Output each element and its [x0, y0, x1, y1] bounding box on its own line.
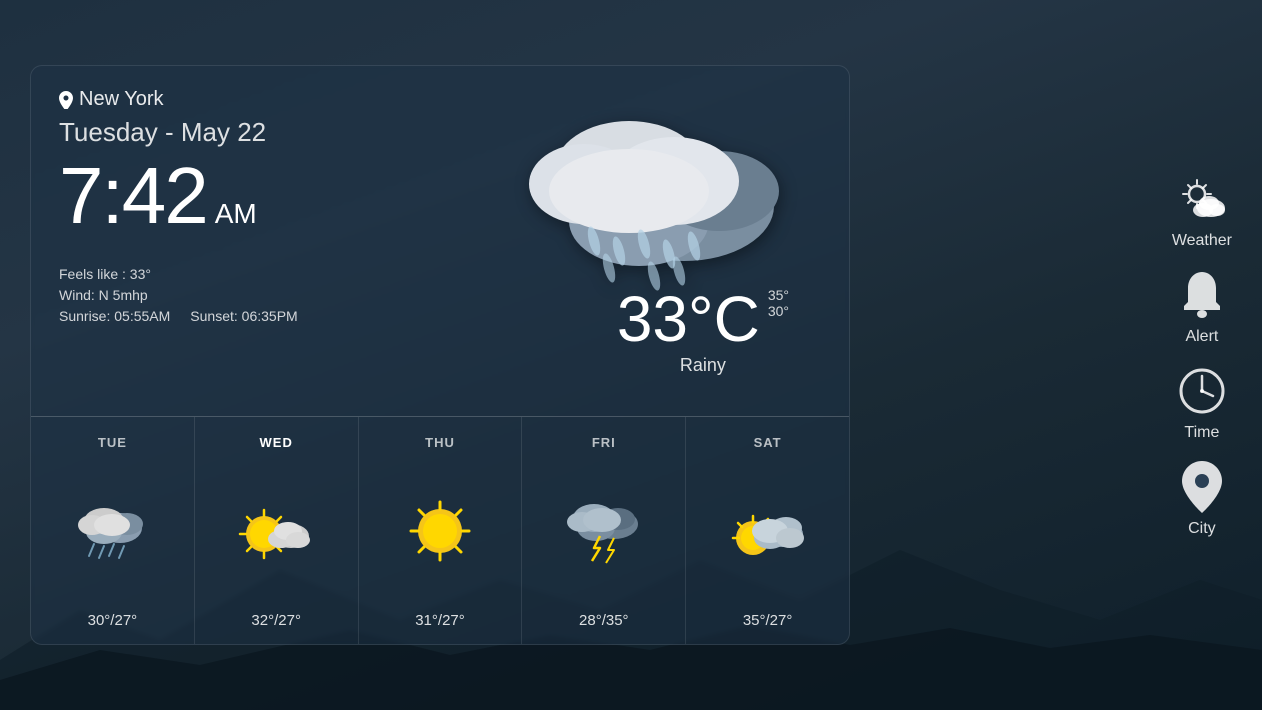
forecast-day-wed: WED [195, 417, 359, 645]
main-layout: New York Tuesday - May 22 7:42 AM Feels … [0, 0, 1262, 710]
date-text: Tuesday - May 22 [59, 117, 412, 148]
forecast-temps-wed: 32°/27° [251, 612, 301, 629]
forecast-day-name-tue: TUE [98, 435, 127, 450]
city-pin-icon [1175, 460, 1229, 514]
sidebar-label-alert: Alert [1185, 328, 1218, 346]
time-icon [1175, 364, 1229, 418]
forecast-icon-sat [728, 496, 808, 566]
forecast-icon-thu [400, 496, 480, 566]
forecast-day-thu: THU 31°/27° [359, 417, 523, 645]
weather-card: New York Tuesday - May 22 7:42 AM Feels … [30, 65, 850, 645]
time-row: 7:42 AM [59, 156, 412, 236]
sidebar-item-city[interactable]: City [1175, 460, 1229, 538]
alert-icon [1175, 268, 1229, 322]
card-left: New York Tuesday - May 22 7:42 AM Feels … [31, 66, 440, 416]
forecast-day-name-wed: WED [260, 435, 293, 450]
forecast-day-name-sat: SAT [754, 435, 782, 450]
card-right: 33°C 35° 30° Rainy [440, 66, 849, 416]
forecast-temps-tue: 30°/27° [88, 612, 138, 629]
sidebar-label-city: City [1188, 520, 1216, 538]
wind-info: Wind: N 5mhp [59, 287, 412, 303]
sidebar-item-weather[interactable]: Weather [1172, 172, 1232, 250]
sidebar-item-alert[interactable]: Alert [1175, 268, 1229, 346]
sunset: Sunset: 06:35PM [190, 308, 297, 324]
temp-low: 30° [768, 303, 789, 319]
forecast-day-tue: TUE 30°/27° [31, 417, 195, 645]
forecast-temps-thu: 31°/27° [415, 612, 465, 629]
sidebar-label-weather: Weather [1172, 232, 1232, 250]
feels-like: Feels like : 33° [59, 266, 412, 282]
weather-details: Feels like : 33° Wind: N 5mhp Sunrise: 0… [59, 266, 412, 324]
cloud-illustration [499, 76, 819, 316]
time-value: 7:42 [59, 156, 207, 236]
sunrise: Sunrise: 05:55AM [59, 308, 170, 324]
forecast-day-sat: SAT [686, 417, 849, 645]
forecast-day-name-fri: FRI [592, 435, 616, 450]
forecast-temps-sat: 35°/27° [743, 612, 793, 629]
forecast-temps-fri: 28°/35° [579, 612, 629, 629]
forecast-icon-tue [72, 496, 152, 566]
forecast-day-name-thu: THU [425, 435, 455, 450]
sidebar-label-time: Time [1184, 424, 1219, 442]
forecast-icon-fri [564, 496, 644, 566]
main-temp: 33°C [617, 287, 760, 351]
weather-icon [1175, 172, 1229, 226]
temp-high: 35° [768, 287, 789, 303]
location-row: New York [59, 88, 412, 111]
condition-label: Rainy [617, 355, 789, 376]
forecast-day-fri: FRI 28°/35° [522, 417, 686, 645]
forecast-icon-wed [236, 496, 316, 566]
card-top: New York Tuesday - May 22 7:42 AM Feels … [31, 66, 849, 416]
sunrise-row: Sunrise: 05:55AM Sunset: 06:35PM [59, 308, 412, 324]
location-name: New York [79, 88, 164, 111]
right-sidebar: Weather Alert [1172, 162, 1232, 548]
location-pin-icon [59, 91, 73, 109]
forecast-row: TUE 30°/27° [31, 417, 849, 645]
temp-display: 33°C 35° 30° Rainy [617, 287, 789, 376]
sidebar-item-time[interactable]: Time [1175, 364, 1229, 442]
ampm-label: AM [215, 198, 257, 230]
